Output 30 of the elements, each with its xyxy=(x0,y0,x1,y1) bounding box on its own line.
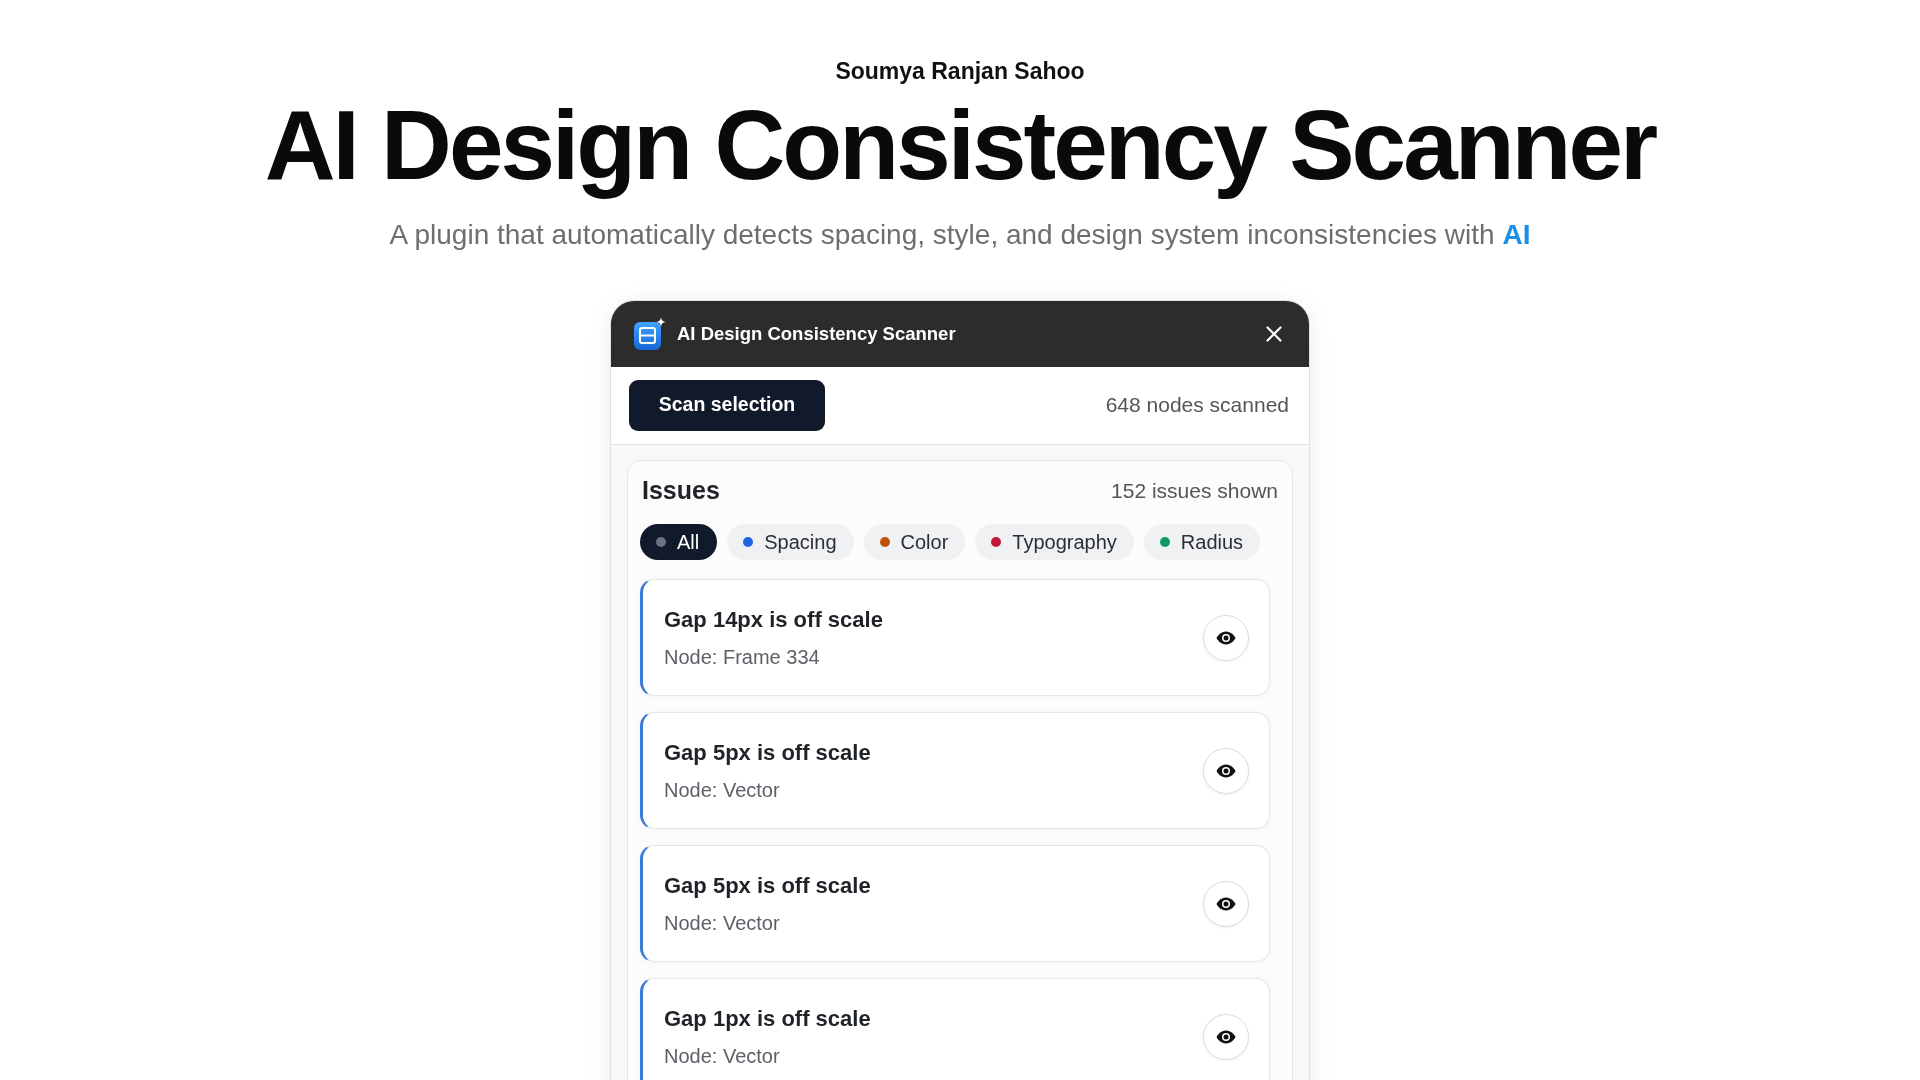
issues-heading: Issues xyxy=(642,475,720,506)
node-label: Node: Vector xyxy=(664,777,781,803)
issue-title: Gap 5px is off scale xyxy=(664,871,871,900)
filter-chip[interactable]: All xyxy=(640,524,718,561)
view-button[interactable] xyxy=(1203,747,1249,794)
filter-chip[interactable]: Typography xyxy=(975,524,1134,561)
filter-chip[interactable]: Radius xyxy=(1143,524,1261,561)
issues-count: 152 issues shown xyxy=(1111,477,1278,504)
eye-icon xyxy=(1216,896,1236,911)
filter-chip[interactable]: Color xyxy=(863,524,966,561)
author-name: Soumya Ranjan Sahoo xyxy=(835,57,1085,85)
view-button[interactable] xyxy=(1203,614,1249,661)
eye-icon xyxy=(1216,630,1236,645)
node-label: Node: Vector xyxy=(664,1043,781,1069)
window-title: AI Design Consistency Scanner xyxy=(677,321,956,346)
issue-title: Gap 1px is off scale xyxy=(664,1004,871,1033)
scan-selection-button[interactable]: Scan selection xyxy=(629,379,825,431)
page-subtitle: A plugin that automatically detects spacing, style, and design system inconsistencies with AI xyxy=(389,217,1531,252)
node-label: Node: Vector xyxy=(664,910,781,936)
node-label: Node: Frame 334 xyxy=(664,644,821,670)
window-sparkle-icon xyxy=(633,316,667,351)
view-button[interactable] xyxy=(1203,880,1249,927)
eye-icon xyxy=(1216,763,1236,778)
nodes-scanned-count: 648 nodes scanned xyxy=(1105,392,1289,419)
view-button[interactable] xyxy=(1203,1013,1249,1060)
issue-title: Gap 5px is off scale xyxy=(664,738,871,767)
eye-icon xyxy=(1216,1029,1236,1044)
filter-chip[interactable]: Spacing xyxy=(727,524,854,561)
issue-title: Gap 14px is off scale xyxy=(664,605,883,634)
page-title: AI Design Consistency Scanner xyxy=(263,89,1657,202)
